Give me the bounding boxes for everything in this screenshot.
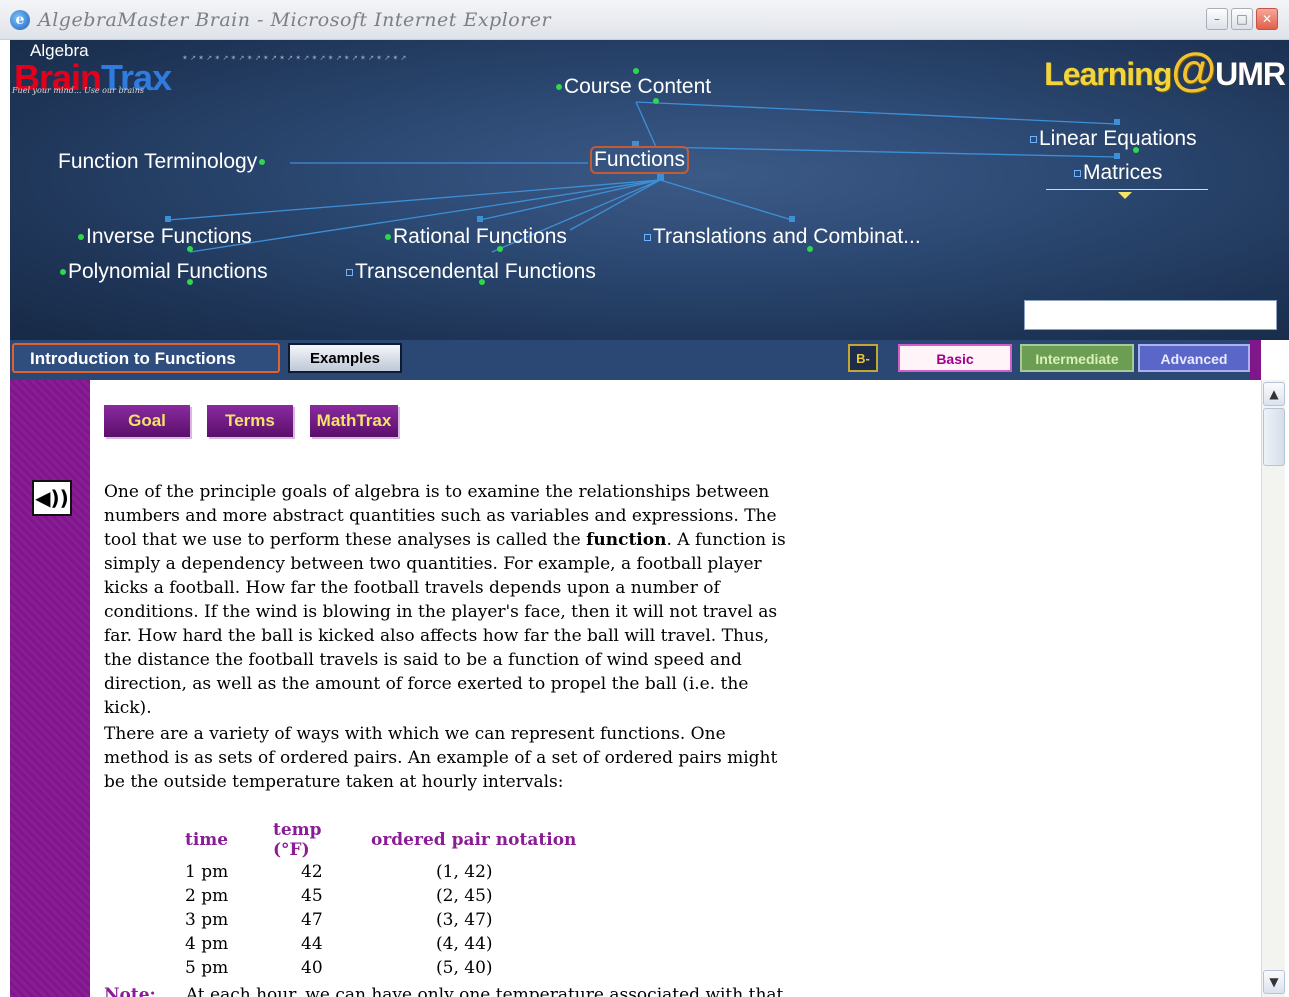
table-row: 2 pm 45 (2, 45)	[185, 886, 493, 906]
node-translations[interactable]: Translations and Combinat...	[644, 225, 921, 249]
lesson-nav-bar: Introduction to Functions Examples B- Ba…	[10, 340, 1261, 380]
column-header: ordered pair notation	[371, 830, 577, 850]
vertical-scrollbar[interactable]: ▲ ▼	[1261, 380, 1285, 997]
speaker-icon[interactable]: ◀))	[32, 480, 72, 516]
level-basic-button[interactable]: Basic	[898, 344, 1012, 372]
column-header: temp (°F)	[273, 820, 322, 860]
scroll-thumb[interactable]	[1263, 408, 1285, 466]
scroll-up-icon[interactable]: ▲	[1263, 382, 1285, 406]
goal-button[interactable]: Goal	[104, 405, 190, 437]
close-button[interactable]: ✕	[1256, 8, 1278, 30]
table-row: 4 pm 44 (4, 44)	[185, 934, 493, 954]
minimize-button[interactable]: –	[1206, 8, 1228, 30]
tab-examples[interactable]: Examples	[288, 343, 402, 373]
node-functions[interactable]: Functions	[590, 146, 690, 174]
node-function-terminology[interactable]: Function Terminology	[58, 150, 267, 174]
maximize-button[interactable]: □	[1231, 8, 1253, 30]
mathtrax-button[interactable]: MathTrax	[310, 405, 398, 437]
scroll-down-icon[interactable]: ▼	[1263, 970, 1285, 994]
learning-umr-logo[interactable]: Learning@UMR	[1044, 42, 1286, 96]
node-matrices[interactable]: Matrices	[1074, 161, 1162, 185]
note-line: Note: At each hour, we can have only one …	[104, 985, 784, 997]
matrices-underline	[1046, 189, 1208, 190]
node-transcendental-functions[interactable]: Transcendental Functions	[346, 260, 596, 284]
window-title: AlgebraMaster Brain - Microsoft Internet…	[38, 9, 552, 31]
window-titlebar: e AlgebraMaster Brain - Microsoft Intern…	[0, 0, 1289, 40]
search-input[interactable]	[1024, 300, 1277, 330]
node-polynomial-functions[interactable]: Polynomial Functions	[60, 260, 268, 284]
table-row: 5 pm 40 (5, 40)	[185, 958, 493, 978]
node-inverse-functions[interactable]: Inverse Functions	[78, 225, 252, 249]
node-rational-functions[interactable]: Rational Functions	[385, 225, 567, 249]
b-minus-button[interactable]: B-	[848, 344, 878, 372]
representation-paragraph: There are a variety of ways with which w…	[104, 724, 778, 792]
ordered-pairs-table: time temp (°F) ordered pair notation 1 p…	[185, 820, 586, 980]
intro-paragraph: One of the principle goals of algebra is…	[104, 482, 786, 718]
nav-bar-edge	[1250, 340, 1261, 380]
lesson-content: Goal Terms MathTrax One of the principle…	[90, 380, 1258, 997]
concept-map-banner: ✶ ↗ ✶ ↗ ✶ ↗ ✶ ↗ ✶ ↗ ✶ ↗ ✶ ↗ ✶ ↗ ✶ ↗ ✶ ↗ …	[10, 40, 1289, 340]
node-linear-equations[interactable]: Linear Equations	[1030, 127, 1197, 151]
table-row: 1 pm 42 (1, 42)	[185, 862, 493, 882]
table-header-row: time temp (°F) ordered pair notation	[185, 820, 586, 860]
svg-text:✶ ↗ ✶ ↗ ✶ ↗ ✶ ↗ ✶ ↗ ✶ ↗ ✶ ↗ ✶: ✶ ↗ ✶ ↗ ✶ ↗ ✶ ↗ ✶ ↗ ✶ ↗ ✶ ↗ ✶ ↗ ✶ ↗ ✶ ↗ …	[182, 54, 406, 62]
table-row: 3 pm 47 (3, 47)	[185, 910, 493, 930]
left-sidebar: ◀))	[10, 380, 90, 997]
chevron-down-icon[interactable]	[1118, 192, 1132, 199]
tab-introduction[interactable]: Introduction to Functions	[12, 343, 280, 373]
ie-icon: e	[10, 10, 30, 30]
node-course-content[interactable]: Course Content	[556, 75, 711, 99]
column-header: time	[185, 830, 229, 850]
level-intermediate-button[interactable]: Intermediate	[1020, 344, 1134, 372]
level-advanced-button[interactable]: Advanced	[1138, 344, 1250, 372]
logo-tagline: Fuel your mind... Use our brains	[12, 86, 144, 95]
terms-button[interactable]: Terms	[207, 405, 293, 437]
